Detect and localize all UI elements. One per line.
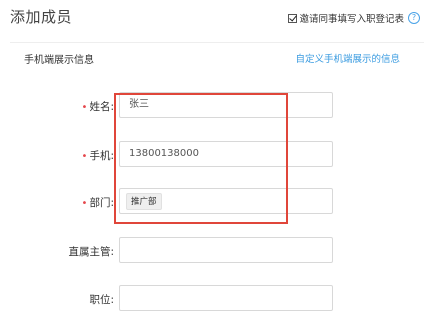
form-row-name: • 姓名: 张三 bbox=[0, 92, 434, 118]
position-label: 职位: bbox=[89, 294, 114, 306]
name-input[interactable]: 张三 bbox=[119, 92, 333, 118]
question-circle-icon[interactable]: ? bbox=[408, 12, 420, 24]
supervisor-input[interactable] bbox=[119, 237, 333, 263]
name-label: • 姓名: bbox=[81, 101, 114, 113]
add-member-dialog: 添加成员 邀请同事填写入职登记表 ? 手机端展示信息 自定义手机端展示的信息 •… bbox=[0, 0, 434, 311]
department-label: • 部门: bbox=[81, 197, 114, 209]
phone-input[interactable]: 13800138000 bbox=[119, 141, 333, 167]
department-select[interactable]: 推广部 bbox=[119, 188, 333, 214]
form-row-phone: • 手机: 13800138000 bbox=[0, 141, 434, 167]
position-input[interactable] bbox=[119, 285, 333, 311]
form-row-supervisor: 直属主管: bbox=[0, 237, 434, 263]
dialog-title: 添加成员 bbox=[10, 8, 73, 26]
required-mark: • bbox=[81, 102, 88, 113]
invite-checkbox[interactable] bbox=[288, 13, 298, 23]
supervisor-label: 直属主管: bbox=[68, 246, 114, 258]
required-mark: • bbox=[81, 198, 88, 209]
phone-label: • 手机: bbox=[81, 150, 114, 162]
required-mark: • bbox=[81, 151, 88, 162]
invite-checkbox-label[interactable]: 邀请同事填写入职登记表 bbox=[299, 11, 404, 25]
section-divider bbox=[10, 42, 424, 43]
section-title: 手机端展示信息 bbox=[24, 55, 94, 66]
department-tag[interactable]: 推广部 bbox=[126, 193, 162, 210]
customize-mobile-info-link[interactable]: 自定义手机端展示的信息 bbox=[295, 51, 400, 65]
form-row-department: • 部门: 推广部 bbox=[0, 188, 434, 214]
form-row-position: 职位: bbox=[0, 285, 434, 311]
invite-registration-option[interactable]: 邀请同事填写入职登记表 ? bbox=[288, 11, 420, 25]
